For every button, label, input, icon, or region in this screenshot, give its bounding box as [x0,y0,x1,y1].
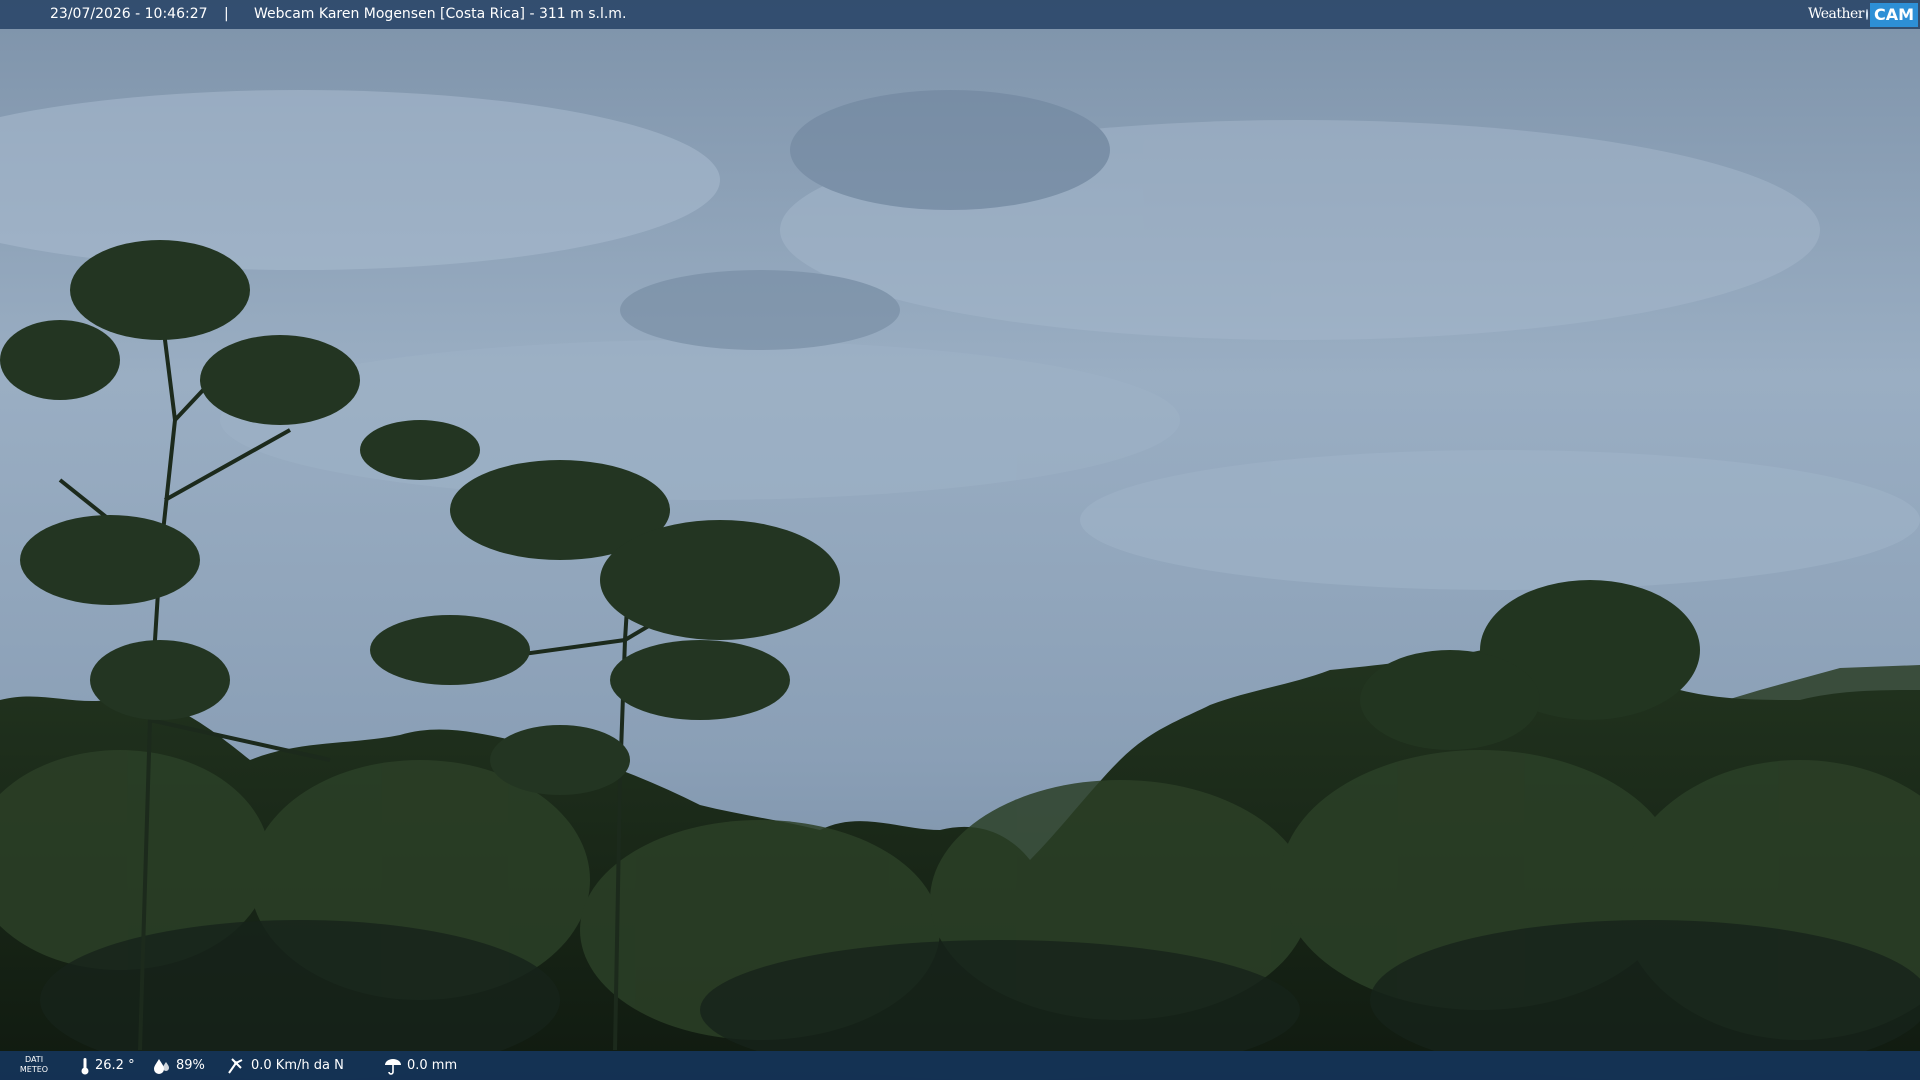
meteo-label-line2: METEO [19,1065,49,1074]
rain-icon [385,1058,401,1075]
separator: | [224,6,229,22]
wind-value: 0.0 Km/h da N [251,1058,344,1073]
logo-dot-icon [1866,9,1868,20]
webcam-caption: Webcam Karen Mogensen [Costa Rica] - 311… [254,6,627,22]
rain-value: 0.0 mm [407,1058,458,1073]
humidity-item: 89% [153,1051,205,1080]
logo-badge: CAM [1869,2,1918,27]
logo-word: Weather [1808,6,1865,22]
rain-item: 0.0 mm [384,1051,457,1080]
top-info-bar: 23/07/2026 - 10:46:27 | Webcam Karen Mog… [0,0,1920,29]
thermometer-icon [81,1057,89,1074]
meteo-bar: DATI METEO 26.2 ° 89% 0.0 Km/h da N 0.0 … [0,1051,1920,1080]
weathercam-logo-icon: Weather CAM [1808,0,1920,29]
wind-item: 0.0 Km/h da N [226,1051,344,1080]
wind-icon [228,1057,243,1074]
timestamp: 23/07/2026 - 10:46:27 [50,6,208,22]
webcam-image [0,0,1920,1080]
meteo-label: DATI METEO [18,1055,50,1075]
meteo-label-line1: DATI [24,1055,44,1064]
humidity-value: 89% [176,1058,205,1073]
temperature-item: 26.2 ° [80,1051,135,1080]
temperature-value: 26.2 ° [95,1058,135,1073]
humidity-icon [154,1058,169,1074]
